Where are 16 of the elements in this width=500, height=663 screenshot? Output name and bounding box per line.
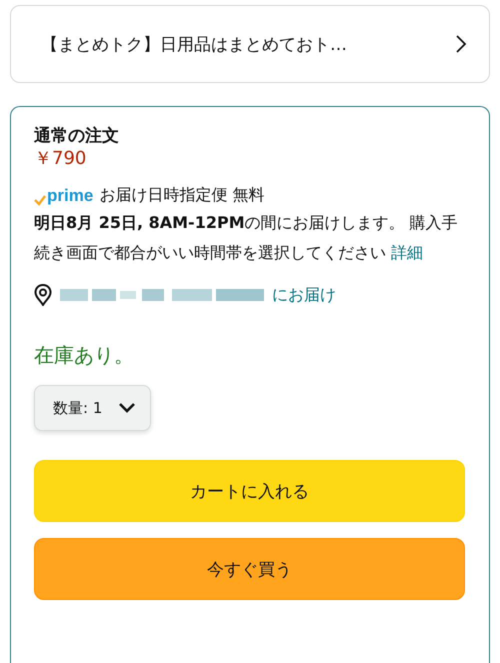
caret-icon bbox=[118, 402, 136, 414]
delivery-text: 明日8月 25日, 8AM-12PMの間にお届けします。 購入手続き画面で都合がいい時間帯を選択してください 詳細 bbox=[34, 212, 459, 264]
add-to-cart-button[interactable]: カートに入れる bbox=[34, 460, 465, 522]
deliver-to-link[interactable]: にお届け bbox=[272, 284, 336, 306]
buy-now-button[interactable]: 今すぐ買う bbox=[34, 538, 465, 600]
delivery-service: お届け日時指定便 無料 bbox=[99, 185, 264, 206]
order-title: 通常の注文 bbox=[34, 125, 120, 147]
location-pin-icon bbox=[34, 284, 52, 306]
details-link[interactable]: 詳細 bbox=[391, 243, 424, 262]
quantity-dropdown[interactable]: 数量: 1 bbox=[34, 385, 152, 431]
prime-logo: prime bbox=[34, 186, 94, 206]
price: ￥790 bbox=[34, 147, 88, 171]
promo-banner[interactable]: 【まとめトク】日用品はまとめておト… bbox=[10, 5, 490, 83]
chevron-right-icon bbox=[455, 34, 467, 54]
promo-text: 【まとめトク】日用品はまとめておト… bbox=[41, 34, 347, 56]
stock-status: 在庫あり。 bbox=[34, 342, 135, 369]
